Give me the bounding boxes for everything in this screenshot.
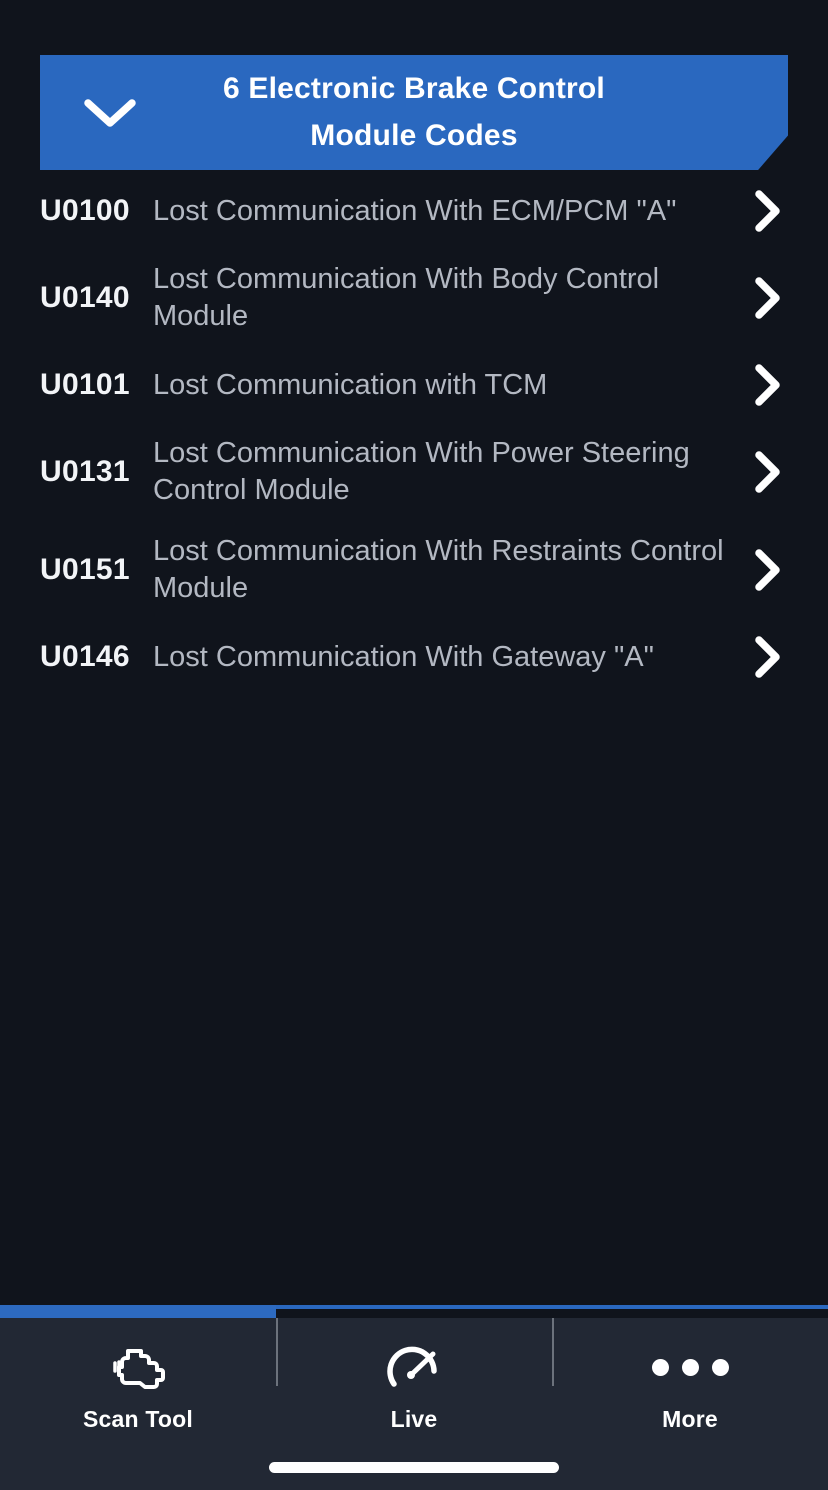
nav-label: More xyxy=(662,1406,718,1433)
code-value: U0140 xyxy=(40,281,153,315)
nav-item-scan-tool[interactable]: Scan Tool xyxy=(0,1318,276,1490)
code-value: U0100 xyxy=(40,194,153,228)
code-list: U0100 Lost Communication With ECM/PCM "A… xyxy=(0,173,828,695)
table-row[interactable]: U0151 Lost Communication With Restraints… xyxy=(0,521,828,619)
chevron-right-icon[interactable] xyxy=(748,450,788,494)
page-title-line2: Module Codes xyxy=(310,119,517,152)
code-description: Lost Communication With Restraints Contr… xyxy=(153,533,748,607)
gauge-icon xyxy=(387,1340,441,1394)
app-screen: 6 Electronic Brake Control Module Codes … xyxy=(0,0,828,1490)
home-indicator xyxy=(269,1462,559,1473)
nav-label: Scan Tool xyxy=(83,1406,193,1433)
status-bar xyxy=(0,0,828,55)
code-value: U0151 xyxy=(40,553,153,587)
table-row[interactable]: U0140 Lost Communication With Body Contr… xyxy=(0,249,828,347)
code-description: Lost Communication With Gateway "A" xyxy=(153,639,748,676)
code-value: U0101 xyxy=(40,368,153,402)
page-title: 6 Electronic Brake Control Module Codes xyxy=(40,66,788,159)
chevron-down-icon[interactable] xyxy=(82,85,138,141)
module-header-banner[interactable]: 6 Electronic Brake Control Module Codes xyxy=(40,55,788,170)
table-row[interactable]: U0101 Lost Communication with TCM xyxy=(0,347,828,423)
chevron-right-icon[interactable] xyxy=(748,635,788,679)
check-engine-icon xyxy=(110,1340,166,1394)
code-value: U0146 xyxy=(40,640,153,674)
chevron-right-icon[interactable] xyxy=(748,276,788,320)
code-description: Lost Communication With Power Steering C… xyxy=(153,435,748,509)
code-description: Lost Communication With Body Control Mod… xyxy=(153,261,748,335)
code-description: Lost Communication with TCM xyxy=(153,367,748,404)
chevron-right-icon[interactable] xyxy=(748,548,788,592)
nav-label: Live xyxy=(391,1406,438,1433)
table-row[interactable]: U0146 Lost Communication With Gateway "A… xyxy=(0,619,828,695)
progress-fill xyxy=(0,1305,276,1318)
code-description: Lost Communication With ECM/PCM "A" xyxy=(153,193,748,230)
table-row[interactable]: U0100 Lost Communication With ECM/PCM "A… xyxy=(0,173,828,249)
three-dots-icon xyxy=(652,1340,729,1394)
chevron-right-icon[interactable] xyxy=(748,363,788,407)
chevron-right-icon[interactable] xyxy=(748,189,788,233)
nav-item-more[interactable]: More xyxy=(552,1318,828,1490)
page-title-line1: 6 Electronic Brake Control xyxy=(223,72,605,105)
code-value: U0131 xyxy=(40,455,153,489)
table-row[interactable]: U0131 Lost Communication With Power Stee… xyxy=(0,423,828,521)
